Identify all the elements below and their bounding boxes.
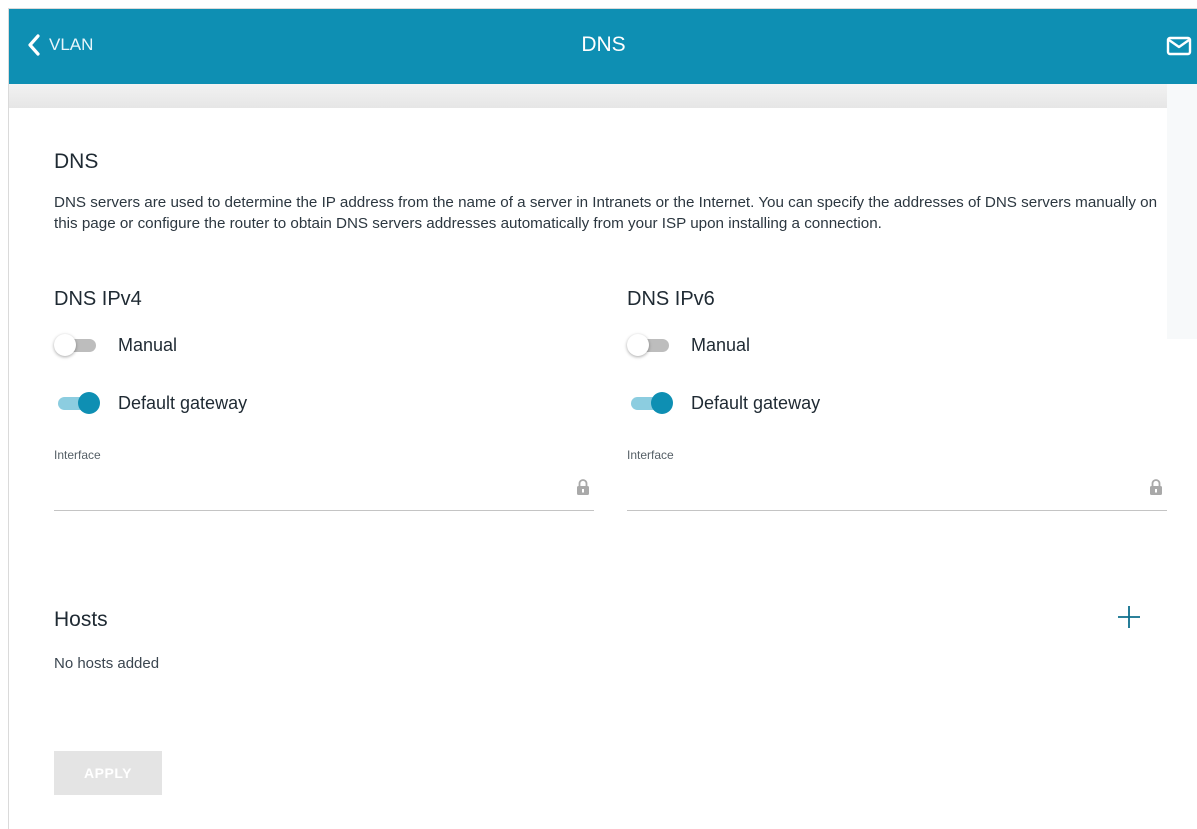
hosts-title: Hosts: [54, 608, 108, 631]
plus-icon: [1118, 606, 1140, 628]
ipv6-interface-label: Interface: [627, 448, 674, 462]
ipv6-default-gateway-label: Default gateway: [691, 392, 821, 413]
page-frame: VLAN DNS DNS DNS servers are used to det…: [8, 8, 1197, 829]
ipv6-default-gateway-switch[interactable]: [627, 392, 673, 414]
envelope-icon: [1166, 36, 1192, 56]
dns-ipv6-column: DNS IPv6 Manual Default gateway Interfac…: [627, 288, 1167, 511]
ipv4-default-gateway-switch[interactable]: [54, 392, 100, 414]
ipv4-interface-field[interactable]: Interface: [54, 448, 594, 511]
switch-knob: [78, 392, 100, 414]
ipv4-default-gateway-label: Default gateway: [118, 392, 248, 413]
ipv6-interface-field[interactable]: Interface: [627, 448, 1167, 511]
apply-button[interactable]: APPLY: [54, 751, 162, 795]
switch-knob: [627, 334, 649, 356]
ipv4-default-gateway-toggle-row[interactable]: Default gateway: [54, 392, 247, 414]
notifications-button[interactable]: [1166, 35, 1192, 62]
ipv4-interface-label: Interface: [54, 448, 101, 462]
ipv4-manual-toggle-row[interactable]: Manual: [54, 334, 177, 356]
lock-icon: [577, 479, 589, 495]
subheader-shadow: [9, 84, 1197, 108]
lock-icon: [1150, 479, 1162, 495]
dns-ipv6-title: DNS IPv6: [627, 288, 715, 310]
ipv6-manual-label: Manual: [691, 334, 751, 355]
dns-section-title: DNS: [54, 150, 99, 173]
add-host-button[interactable]: [1117, 605, 1141, 634]
ipv6-manual-switch[interactable]: [627, 334, 673, 356]
switch-knob: [651, 392, 673, 414]
ipv4-manual-label: Manual: [118, 334, 178, 355]
ipv4-manual-switch[interactable]: [54, 334, 100, 356]
header-bar: VLAN DNS: [9, 9, 1197, 84]
dns-ipv4-title: DNS IPv4: [54, 288, 142, 310]
hosts-empty-text: No hosts added: [54, 655, 160, 672]
ipv6-default-gateway-toggle-row[interactable]: Default gateway: [627, 392, 820, 414]
scrollbar-area[interactable]: [1167, 84, 1197, 339]
dns-description: DNS servers are used to determine the IP…: [54, 194, 1158, 232]
ipv6-manual-toggle-row[interactable]: Manual: [627, 334, 750, 356]
dns-ipv4-column: DNS IPv4 Manual Default gateway Interfac…: [54, 288, 594, 511]
page-title: DNS: [581, 33, 626, 56]
switch-knob: [54, 334, 76, 356]
